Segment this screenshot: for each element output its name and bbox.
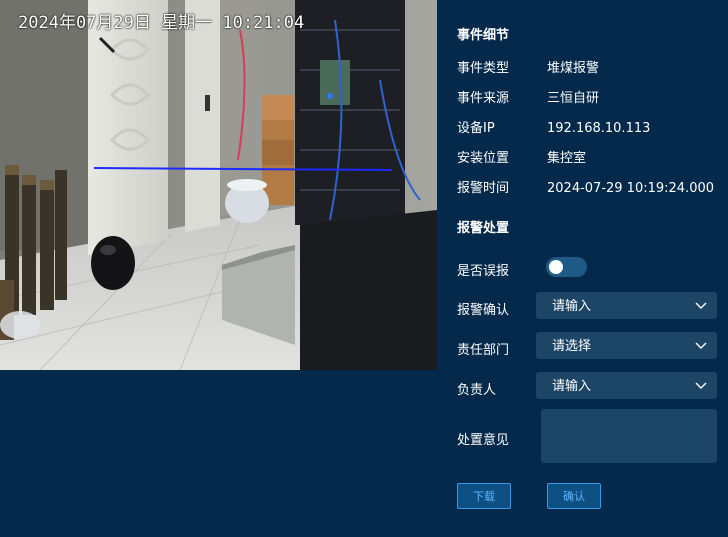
alarm-confirm-label: 报警确认 — [457, 303, 510, 318]
alarm-confirm-select[interactable]: 请输入 — [536, 292, 717, 319]
camera-timestamp: 2024年07月29日 星期一 10:21:04 — [18, 13, 305, 33]
detail-value: 三恒自研 — [547, 91, 600, 106]
department-label: 责任部门 — [457, 343, 510, 358]
opinion-textarea[interactable] — [541, 409, 717, 463]
chevron-down-icon — [695, 382, 707, 389]
alarm-handling-title: 报警处置 — [457, 221, 510, 236]
detail-label: 报警时间 — [457, 181, 510, 196]
select-placeholder: 请输入 — [552, 299, 592, 314]
event-details-title: 事件细节 — [457, 28, 510, 43]
select-placeholder: 请选择 — [552, 339, 592, 354]
false-alarm-label: 是否误报 — [457, 264, 510, 279]
detail-value: 集控室 — [547, 151, 587, 166]
toggle-knob — [549, 260, 563, 274]
detail-value: 2024-07-29 10:19:24.000 — [547, 181, 715, 196]
detail-label: 安装位置 — [457, 151, 510, 166]
detail-label: 设备IP — [457, 121, 495, 136]
owner-select[interactable]: 请输入 — [536, 372, 717, 399]
chevron-down-icon — [695, 342, 707, 349]
false-alarm-toggle[interactable] — [546, 257, 587, 277]
owner-label: 负责人 — [457, 383, 497, 398]
detail-value: 192.168.10.113 — [547, 121, 651, 136]
opinion-label: 处置意见 — [457, 433, 510, 448]
camera-frame — [0, 0, 437, 370]
download-button[interactable]: 下载 — [457, 483, 511, 509]
detail-label: 事件来源 — [457, 91, 510, 106]
chevron-down-icon — [695, 302, 707, 309]
confirm-button[interactable]: 确认 — [547, 483, 601, 509]
camera-view: 2024年07月29日 星期一 10:21:04 — [0, 0, 437, 370]
select-placeholder: 请输入 — [552, 379, 592, 394]
department-select[interactable]: 请选择 — [536, 332, 717, 359]
detail-label: 事件类型 — [457, 61, 510, 76]
detail-value: 堆煤报警 — [547, 61, 600, 76]
